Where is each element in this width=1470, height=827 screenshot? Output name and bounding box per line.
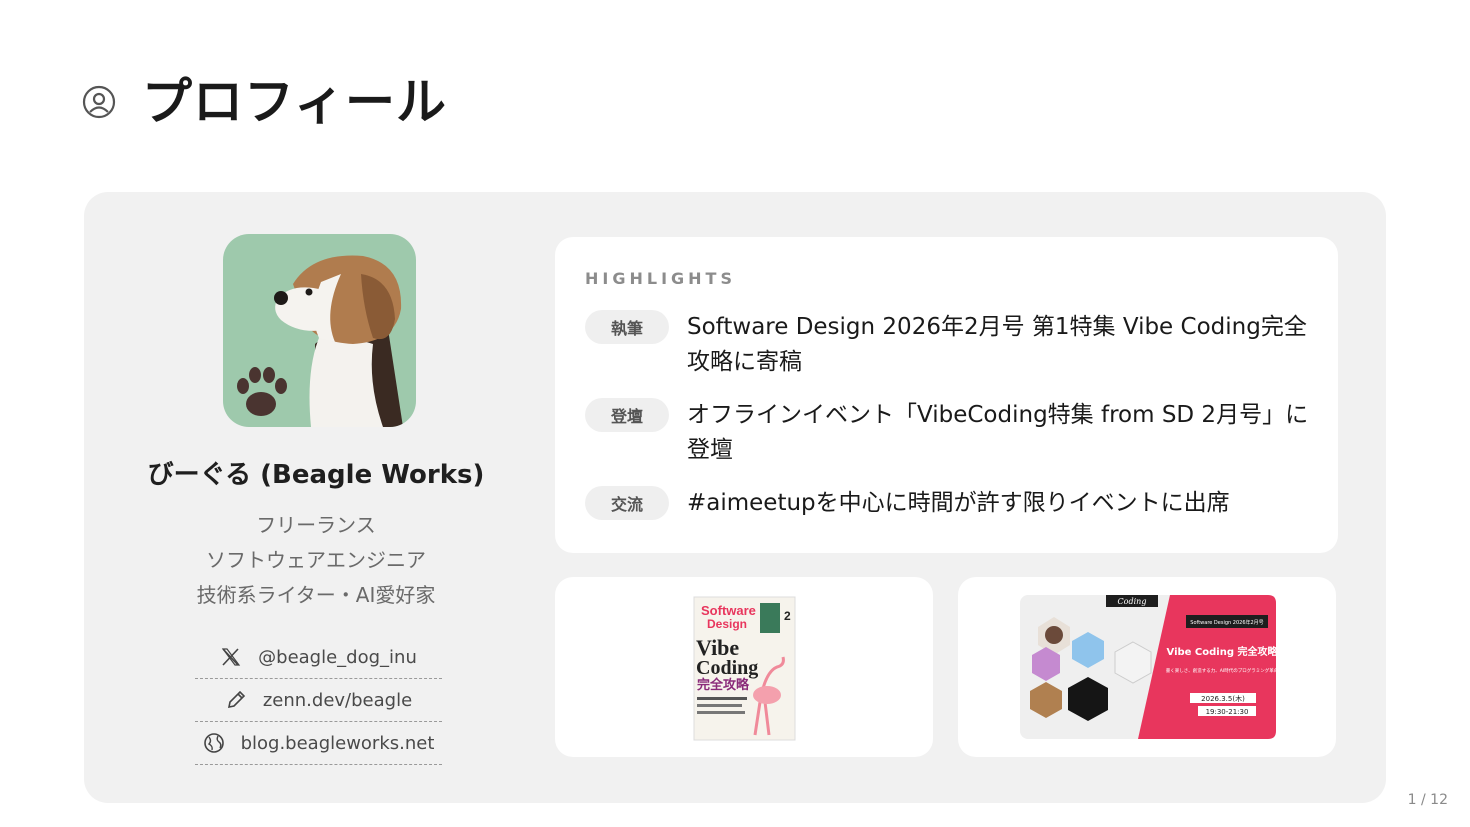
profile-links: @beagle_dog_inu zenn.dev/beagle blog.bea…	[195, 636, 442, 765]
highlight-item: 登壇 オフラインイベント「VibeCoding特集 from SD 2月号」に登…	[585, 398, 1327, 468]
highlight-badge: 交流	[585, 486, 669, 520]
pen-icon	[225, 689, 247, 711]
page-number: 1 / 12	[1407, 792, 1448, 808]
highlight-badge: 執筆	[585, 310, 669, 344]
svg-text:19:30-21:30: 19:30-21:30	[1206, 708, 1249, 716]
role-line: 技術系ライター・AI愛好家	[196, 583, 436, 607]
svg-text:書く楽しさ、創造する力、AI時代のプログラミング革命: 書く楽しさ、創造する力、AI時代のプログラミング革命	[1166, 667, 1279, 674]
profile-name: びーぐる (Beagle Works)	[147, 460, 485, 490]
svg-text:Software: Software	[701, 603, 756, 618]
profile-panel: びーぐる (Beagle Works) フリーランス ソフトウェアエンジニア 技…	[84, 192, 548, 803]
avatar	[223, 234, 416, 427]
highlight-item: 交流 #aimeetupを中心に時間が許す限りイベントに出席	[585, 486, 1327, 521]
slide-header: プロフィール	[82, 62, 447, 134]
highlight-text: #aimeetupを中心に時間が許す限りイベントに出席	[687, 490, 1230, 516]
event-flyer-card: Coding Software Design 2026年2月号 Vibe Cod…	[958, 577, 1336, 757]
link-zenn-label: zenn.dev/beagle	[262, 689, 413, 711]
link-x[interactable]: @beagle_dog_inu	[195, 636, 442, 679]
link-blog[interactable]: blog.beagleworks.net	[195, 722, 442, 765]
svg-text:完全攻略: 完全攻略	[697, 677, 750, 693]
svg-text:Vibe Coding 完全攻略: Vibe Coding 完全攻略	[1167, 645, 1279, 658]
x-logo-icon	[220, 646, 242, 668]
svg-text:Design: Design	[707, 617, 747, 631]
highlight-item: 執筆 Software Design 2026年2月号 第1特集 Vibe Co…	[585, 310, 1327, 380]
svg-text:2026.3.5(木): 2026.3.5(木)	[1201, 694, 1245, 703]
highlight-badge: 登壇	[585, 398, 669, 432]
svg-text:Coding: Coding	[696, 657, 758, 679]
link-blog-label: blog.beagleworks.net	[240, 732, 435, 754]
profile-card: びーぐる (Beagle Works) フリーランス ソフトウェアエンジニア 技…	[84, 192, 1386, 803]
user-circle-icon	[82, 85, 116, 119]
magazine-cover-card: Software Design 2 Vibe Coding 完全攻略	[555, 577, 933, 757]
svg-text:Coding: Coding	[1118, 597, 1147, 606]
highlight-text: Software Design 2026年2月号 第1特集 Vibe Codin…	[687, 314, 1307, 375]
event-flyer-image: Coding Software Design 2026年2月号 Vibe Cod…	[1020, 595, 1279, 739]
highlight-text: オフラインイベント「VibeCoding特集 from SD 2月号」に登壇	[687, 402, 1309, 463]
svg-text:Software Design 2026年2月号: Software Design 2026年2月号	[1190, 619, 1263, 626]
role-line: ソフトウェアエンジニア	[206, 548, 426, 572]
role-line: フリーランス	[256, 513, 376, 537]
svg-text:2: 2	[784, 609, 791, 623]
magazine-cover-image: Software Design 2 Vibe Coding 完全攻略	[693, 596, 796, 741]
globe-icon	[203, 732, 225, 754]
highlights-panel: HIGHLIGHTS 執筆 Software Design 2026年2月号 第…	[555, 237, 1338, 553]
link-x-label: @beagle_dog_inu	[258, 646, 417, 668]
link-zenn[interactable]: zenn.dev/beagle	[195, 679, 442, 722]
profile-roles: フリーランス ソフトウェアエンジニア 技術系ライター・AI愛好家	[84, 508, 548, 613]
highlights-heading: HIGHLIGHTS	[585, 269, 736, 288]
page-title: プロフィール	[142, 73, 447, 131]
